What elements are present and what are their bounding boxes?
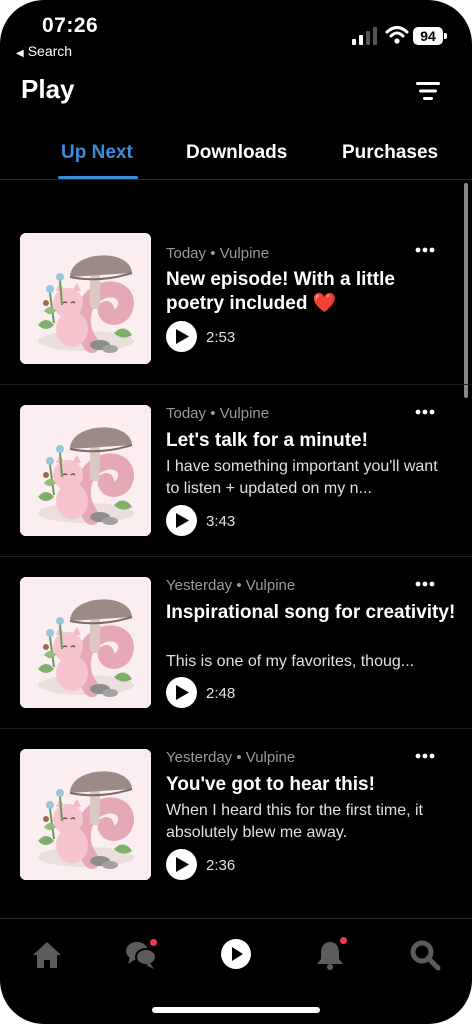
episode-description: I have something important you'll want t… <box>166 458 438 497</box>
play-button[interactable] <box>166 321 197 352</box>
episode-duration: 2:53 <box>206 329 236 346</box>
episode-item[interactable]: Today • Vulpine Let's talk for a minute!… <box>0 385 472 557</box>
more-options-icon[interactable] <box>414 243 436 257</box>
episode-artwork <box>20 577 151 708</box>
episode-meta: Today • Vulpine <box>166 405 270 422</box>
clock: 07:26 <box>42 14 99 37</box>
play-button[interactable] <box>166 677 197 708</box>
episode-title[interactable]: New episode! With a little poetry includ… <box>166 268 456 316</box>
tab-downloads[interactable]: Downloads <box>186 142 287 164</box>
tab-bar: Up Next Downloads Purchases <box>0 134 472 180</box>
episode-meta: Yesterday • Vulpine <box>166 749 296 766</box>
episode-meta: Today • Vulpine <box>166 245 270 262</box>
back-to-search-link[interactable]: ◀ Search <box>16 43 72 59</box>
episode-description: This is one of my favorites, thoug... <box>166 653 415 670</box>
more-options-icon[interactable] <box>414 405 436 419</box>
notification-dot <box>340 937 347 944</box>
episode-title[interactable]: You've got to hear this! <box>166 773 456 797</box>
battery-nub <box>444 33 447 39</box>
episode-artwork <box>20 233 151 364</box>
wifi-icon <box>385 26 409 44</box>
filter-icon[interactable] <box>415 80 441 102</box>
play-button[interactable] <box>166 849 197 880</box>
episode-meta: Yesterday • Vulpine <box>166 577 296 594</box>
more-options-icon[interactable] <box>414 577 436 591</box>
search-icon[interactable] <box>408 939 442 971</box>
play-icon <box>176 329 189 344</box>
episode-duration: 2:48 <box>206 685 236 702</box>
more-options-icon[interactable] <box>414 749 436 763</box>
home-indicator[interactable] <box>152 1007 320 1013</box>
back-label: Search <box>27 43 73 59</box>
episode-title[interactable]: Let's talk for a minute! <box>166 429 456 453</box>
phone-screen: 07:26 ◀ Search 94 Play Up Next Downloads … <box>0 0 472 1024</box>
play-button[interactable] <box>166 505 197 536</box>
chat-notification-dot <box>150 939 157 946</box>
play-icon[interactable] <box>219 937 253 971</box>
episode-item[interactable]: Yesterday • Vulpine You've got to hear t… <box>0 729 472 900</box>
status-bar: 07:26 ◀ Search 94 <box>0 0 472 70</box>
episode-duration: 3:43 <box>206 513 236 530</box>
episode-item[interactable]: Yesterday • Vulpine Inspirational song f… <box>0 557 472 729</box>
play-icon <box>176 685 189 700</box>
back-arrow-icon: ◀ <box>16 48 24 59</box>
tab-up-next[interactable]: Up Next <box>61 142 133 164</box>
home-icon[interactable] <box>30 939 64 971</box>
active-tab-indicator <box>58 176 138 179</box>
battery-level: 94 <box>413 27 443 45</box>
play-icon <box>176 857 189 872</box>
cellular-signal-icon <box>352 27 377 45</box>
episode-list: Today • Vulpine New episode! With a litt… <box>0 213 472 900</box>
episode-item[interactable]: Today • Vulpine New episode! With a litt… <box>0 213 472 385</box>
play-icon <box>176 513 189 528</box>
battery-icon: 94 <box>413 27 447 45</box>
episode-artwork <box>20 405 151 536</box>
episode-description: When I heard this for the first time, it… <box>166 802 423 841</box>
episode-title[interactable]: Inspirational song for creativity! <box>166 601 456 625</box>
page-title: Play <box>21 74 75 104</box>
episode-duration: 2:36 <box>206 857 236 874</box>
tab-purchases[interactable]: Purchases <box>342 142 438 164</box>
episode-artwork <box>20 749 151 880</box>
